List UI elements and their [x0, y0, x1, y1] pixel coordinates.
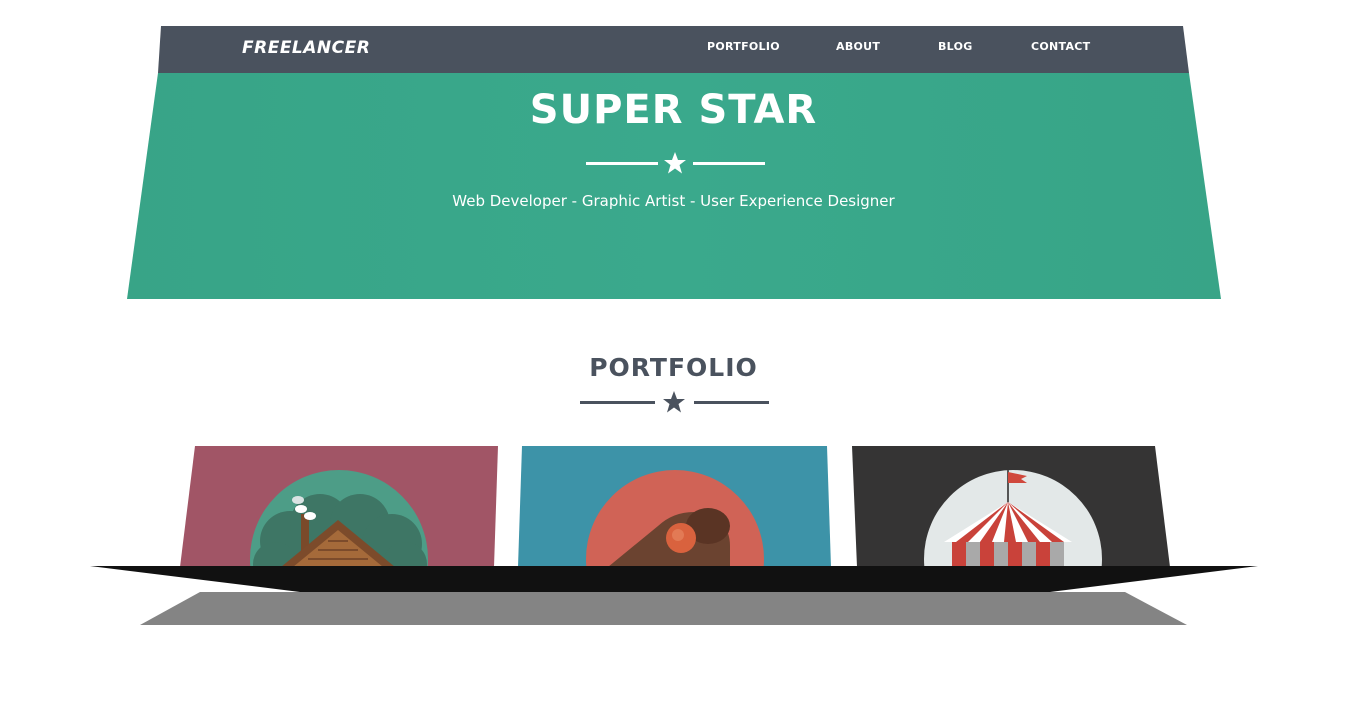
cabin-icon — [250, 470, 428, 567]
hero-section: SUPER STAR Web Developer - Graphic Artis… — [127, 73, 1221, 299]
cake-icon — [586, 470, 764, 567]
divider-line-right — [694, 401, 769, 404]
nav-about-link[interactable]: ABOUT — [836, 40, 880, 53]
portfolio-item-circus[interactable] — [852, 446, 1170, 567]
portfolio-item-cabin[interactable] — [180, 446, 498, 567]
nav-portfolio-link[interactable]: PORTFOLIO — [707, 40, 780, 53]
divider-line-right — [693, 162, 765, 165]
circus-tent-icon — [924, 470, 1102, 567]
star-icon — [663, 391, 685, 413]
portfolio-item-cake[interactable] — [518, 446, 831, 567]
portfolio-title: PORTFOLIO — [589, 353, 758, 382]
hero-divider — [127, 151, 1221, 175]
nav-contact-link[interactable]: CONTACT — [1031, 40, 1090, 53]
portfolio-divider — [0, 390, 1347, 414]
navbar: FREELANCER PORTFOLIO ABOUT BLOG CONTACT — [158, 26, 1189, 73]
nav-blog-link[interactable]: BLOG — [938, 40, 973, 53]
page: FREELANCER PORTFOLIO ABOUT BLOG CONTACT … — [0, 0, 1347, 703]
hero-subtitle: Web Developer - Graphic Artist - User Ex… — [452, 192, 895, 210]
divider-line-left — [586, 162, 658, 165]
hero-title: SUPER STAR — [529, 87, 818, 133]
brand-logo[interactable]: FREELANCER — [242, 38, 370, 58]
divider-line-left — [580, 401, 655, 404]
star-icon — [664, 152, 686, 174]
